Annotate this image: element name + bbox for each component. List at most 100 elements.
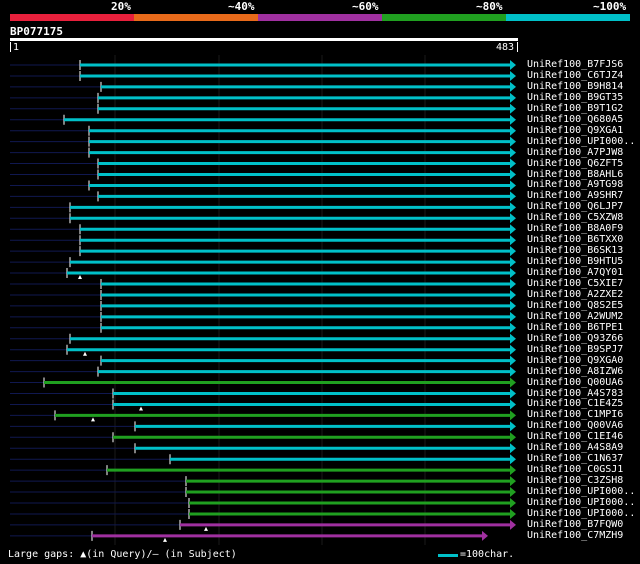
alignment-arrow [510,410,516,421]
hit-label[interactable]: UniRef100_A7QY01 [527,267,623,278]
hit-label[interactable]: UniRef100_Q9XGA1 [527,125,623,136]
alignment-arrow [510,103,516,114]
hit-label[interactable]: UniRef100_UPI000.. [527,486,635,497]
hit-label[interactable]: UniRef100_B8AHL6 [527,169,623,180]
alignment-arrow [510,443,516,454]
hit-label[interactable]: UniRef100_C1EI46 [527,431,623,442]
hit-label[interactable]: UniRef100_C5XIE7 [527,278,623,289]
hit-label[interactable]: UniRef100_B6TPE1 [527,322,623,333]
alignment-arrow [510,180,516,191]
hit-label[interactable]: UniRef100_B6SK13 [527,245,623,256]
alignment-arrow [510,388,516,399]
hit-label[interactable]: UniRef100_B9SPJ7 [527,344,623,355]
hit-label[interactable]: UniRef100_UPI000.. [527,136,635,147]
alignment-arrow [510,81,516,92]
hit-label[interactable]: UniRef100_B9HTU5 [527,256,623,267]
alignment-arrow [510,476,516,487]
hit-label[interactable]: UniRef100_B7FQW0 [527,519,623,530]
legend-label: ~60% [352,0,379,13]
hit-label[interactable]: UniRef100_B9T1G2 [527,103,623,114]
hit-label[interactable]: UniRef100_B9H814 [527,81,623,92]
alignment-arrow [510,311,516,322]
hit-label[interactable]: UniRef100_C3ZSH8 [527,475,623,486]
hit-label[interactable]: UniRef100_Q6LJP7 [527,201,623,212]
hit-label[interactable]: UniRef100_A4S783 [527,388,623,399]
alignment-arrow [510,147,516,158]
query-gap-marker [204,526,208,531]
alignment-arrow [510,322,516,333]
alignment-arrow [510,421,516,432]
alignment-arrow [510,399,516,410]
alignment-arrow [510,224,516,235]
hit-label[interactable]: UniRef100_C1E4Z5 [527,398,623,409]
hit-label[interactable]: UniRef100_UPI000.. [527,508,635,519]
alignment-arrow [510,158,516,169]
query-gap-marker [139,406,143,411]
alignment-arrow [510,246,516,257]
alignment-arrow [510,279,516,289]
alignment-arrow [510,465,516,476]
alignment-arrow [510,487,516,498]
alignment-arrow [510,114,516,125]
legend-label: ~100% [593,0,627,13]
hit-label[interactable]: UniRef100_Q93Z66 [527,333,623,344]
hit-label[interactable]: UniRef100_Q680A5 [527,114,623,125]
footer-scale-swatch [438,554,458,557]
alignment-arrow [510,268,516,279]
alignment-arrow [510,377,516,388]
alignment-arrow [510,202,516,213]
hit-label[interactable]: UniRef100_B8A0F9 [527,223,623,234]
footer-gaps-legend: Large gaps: ▲(in Query)/– (in Subject) [8,549,237,560]
alignment-arrow [510,70,516,81]
alignment-arrow [510,498,516,508]
alignment-arrow [510,454,516,465]
hit-label[interactable]: UniRef100_A7PJW8 [527,147,623,158]
hit-label[interactable]: UniRef100_B6TXX0 [527,234,623,245]
alignment-arrow [510,508,516,519]
alignment-arrow [482,530,488,541]
alignment-arrow [510,125,516,136]
hit-label[interactable]: UniRef100_A2WUM2 [527,311,623,322]
hit-label[interactable]: UniRef100_A4S8A9 [527,442,623,453]
alignment-arrow [510,257,516,268]
legend-label: ~40% [228,0,255,13]
query-gap-marker [163,537,167,542]
alignment-arrow [510,235,516,246]
hit-label[interactable]: UniRef100_C6TJZ4 [527,70,623,81]
footer-scale-legend: =100char. [460,549,515,560]
alignment-arrow [510,333,516,344]
hit-label[interactable]: UniRef100_B7FJS6 [527,59,623,70]
alignment-arrow [510,136,516,147]
hit-label[interactable]: UniRef100_C0GSJ1 [527,464,623,475]
alignment-arrow [510,344,516,355]
hit-label[interactable]: UniRef100_C1MPI6 [527,409,623,420]
hit-label[interactable]: UniRef100_A9SHR7 [527,190,623,201]
hit-label[interactable]: UniRef100_A8IZW6 [527,366,623,377]
alignment-arrow [510,169,516,180]
query-gap-marker [78,275,82,280]
query-gap-marker [83,351,87,356]
hit-label[interactable]: UniRef100_A2ZXE2 [527,289,623,300]
hit-label[interactable]: UniRef100_A9TG98 [527,179,623,190]
legend-label: 20% [111,0,131,13]
alignment-arrow [510,519,516,530]
alignment-arrow [510,289,516,300]
hit-label[interactable]: UniRef100_C1N637 [527,453,623,464]
hit-label[interactable]: UniRef100_C7MZH9 [527,530,623,541]
hit-label[interactable]: UniRef100_C5XZW8 [527,212,623,223]
alignment-arrow [510,432,516,443]
legend-label: ~80% [476,0,503,13]
hit-label[interactable]: UniRef100_Q00UA6 [527,377,623,388]
alignment-arrow [510,213,516,224]
hit-label[interactable]: UniRef100_Q8S2E5 [527,300,623,311]
hit-label[interactable]: UniRef100_UPI000.. [527,497,635,508]
hit-label[interactable]: UniRef100_B9GT35 [527,92,623,103]
hit-label[interactable]: UniRef100_Q00VA6 [527,420,623,431]
query-gap-marker [91,417,95,422]
alignment-arrow [510,300,516,311]
alignment-arrow [510,191,516,202]
alignment-arrow [510,355,516,366]
hit-label[interactable]: UniRef100_Q9XGA0 [527,355,623,366]
hit-label[interactable]: UniRef100_Q6ZFT5 [527,158,623,169]
alignment-arrow [510,92,516,103]
